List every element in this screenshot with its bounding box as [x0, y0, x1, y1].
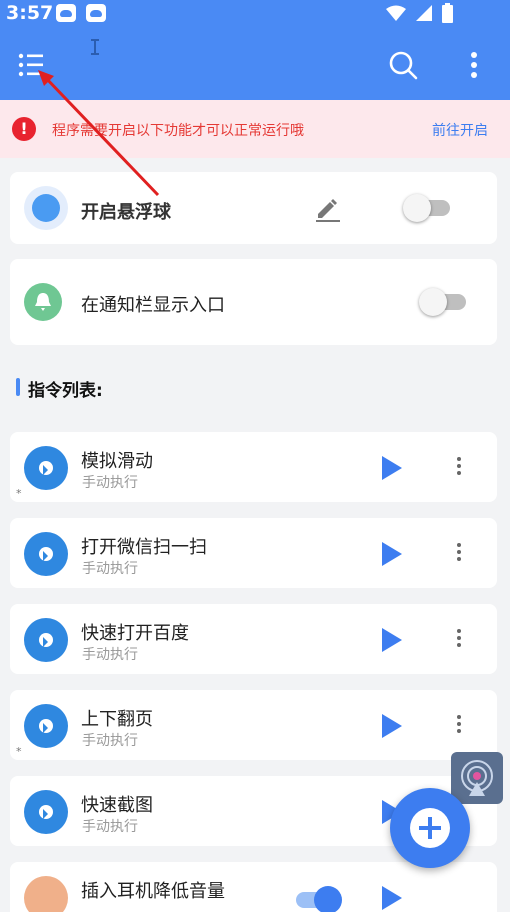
command-mode: 手动执行 — [82, 475, 138, 491]
add-icon — [410, 808, 450, 848]
cursor-icon — [24, 532, 68, 576]
command-list-title: 指令列表: — [28, 381, 103, 401]
cursor-icon — [24, 618, 68, 662]
system-status-icons — [386, 3, 453, 23]
command-name: 打开微信扫一扫 — [81, 537, 207, 558]
floating-ball-label: 开启悬浮球 — [81, 202, 171, 223]
command-mode: 手动执行 — [82, 561, 138, 577]
command-name: 插入耳机降低音量 — [81, 881, 225, 902]
command-item[interactable]: 插入耳机降低音量 — [10, 862, 497, 912]
command-item[interactable]: 打开微信扫一扫 手动执行 — [10, 518, 497, 588]
more-vert-icon[interactable] — [470, 52, 478, 78]
cloud-icon — [56, 4, 76, 22]
edit-icon[interactable] — [314, 194, 342, 222]
signal-icon — [416, 5, 432, 21]
floating-ball-icon — [24, 186, 68, 230]
floating-ball-card: 开启悬浮球 — [10, 172, 497, 244]
text-cursor-icon — [91, 39, 99, 55]
menu-icon[interactable] — [18, 52, 46, 78]
command-name: 模拟滑动 — [81, 451, 153, 472]
search-icon[interactable] — [388, 50, 418, 80]
command-mode: 手动执行 — [82, 819, 138, 835]
command-mode: 手动执行 — [82, 647, 138, 663]
asterisk-mark: * — [16, 487, 22, 500]
status-bar: 3:57 — [0, 0, 510, 28]
go-enable-link[interactable]: 前往开启 — [432, 120, 488, 140]
battery-icon — [442, 5, 453, 23]
item-more-icon[interactable] — [456, 629, 462, 650]
play-icon[interactable] — [382, 886, 402, 910]
play-icon[interactable] — [382, 714, 402, 738]
command-name: 上下翻页 — [81, 709, 153, 730]
broadcast-icon — [461, 760, 493, 796]
command-item[interactable]: 快速打开百度 手动执行 — [10, 604, 497, 674]
item-more-icon[interactable] — [456, 543, 462, 564]
cursor-icon — [24, 446, 68, 490]
play-icon[interactable] — [382, 456, 402, 480]
app-bar — [0, 28, 510, 100]
banner-message: 程序需要开启以下功能才可以正常运行哦 — [52, 123, 304, 139]
status-time: 3:57 — [6, 2, 54, 24]
cursor-icon — [24, 790, 68, 834]
command-name: 快速打开百度 — [81, 623, 189, 644]
command-name: 快速截图 — [81, 795, 153, 816]
play-icon[interactable] — [382, 542, 402, 566]
floating-ball-overlay[interactable] — [451, 752, 503, 804]
cursor-icon — [24, 704, 68, 748]
add-button[interactable] — [390, 788, 470, 868]
headphone-icon — [24, 876, 68, 912]
command-item[interactable]: 模拟滑动 手动执行 — [10, 432, 497, 502]
cloud-icon — [86, 4, 106, 22]
play-icon[interactable] — [382, 628, 402, 652]
permission-banner: ! 程序需要开启以下功能才可以正常运行哦 前往开启 — [0, 100, 510, 158]
item-more-icon[interactable] — [456, 457, 462, 478]
item-more-icon[interactable] — [456, 715, 462, 736]
warning-icon: ! — [12, 117, 36, 141]
command-mode: 手动执行 — [82, 733, 138, 749]
wifi-icon — [386, 5, 406, 21]
notification-label: 在通知栏显示入口 — [81, 295, 225, 316]
notification-card: 在通知栏显示入口 — [10, 259, 497, 345]
bell-icon — [24, 283, 62, 321]
command-item[interactable]: 上下翻页 手动执行 — [10, 690, 497, 760]
asterisk-mark: * — [16, 745, 22, 758]
